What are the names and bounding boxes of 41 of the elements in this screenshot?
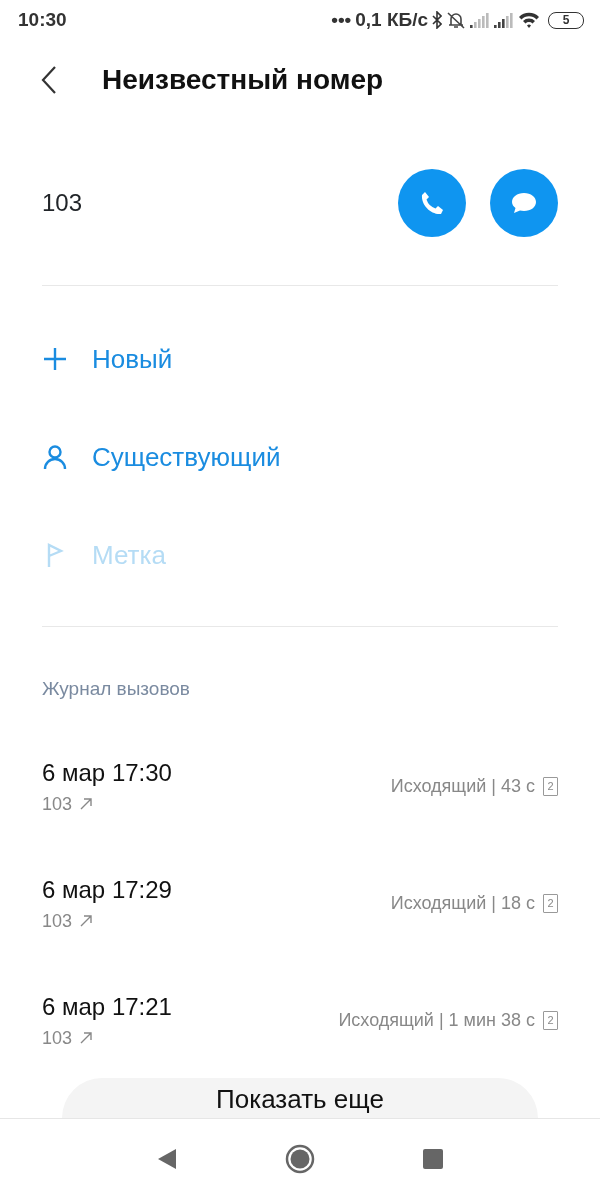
call-info: Исходящий | 1 мин 38 с (338, 1008, 535, 1032)
action-link[interactable]: Новый (92, 339, 173, 379)
signal-icon (470, 12, 490, 28)
call-info: Исходящий | 18 с (390, 891, 535, 915)
back-triangle-icon (157, 1147, 177, 1170)
person-icon (42, 444, 68, 470)
battery: 5 (548, 11, 584, 29)
outgoing-arrow-icon (80, 798, 93, 810)
section-title: Журнал вызовов (42, 677, 191, 701)
sim-badge: 2 (543, 1010, 558, 1030)
home-button[interactable] (285, 1143, 315, 1174)
phone-number: 103 (42, 187, 83, 218)
back-icon (40, 65, 58, 95)
wifi-icon (518, 11, 540, 29)
phone-number: 103 (42, 1026, 73, 1050)
outgoing-arrow-icon (80, 1032, 93, 1044)
clock: 10:30 (18, 7, 67, 32)
phone-number: 103 (42, 792, 73, 816)
back-nav-button[interactable] (157, 1147, 177, 1170)
bluetooth-icon (432, 11, 442, 29)
recents-button[interactable] (423, 1148, 443, 1169)
square-icon (423, 1148, 443, 1169)
sim-badge: 2 (543, 776, 558, 796)
action-link: Метка (92, 538, 166, 572)
more-dots: ••• (331, 7, 352, 32)
network-speed: 0,1 КБ/с (355, 7, 428, 32)
call-time: 6 мар 17:30 (42, 757, 172, 788)
call-info: Исходящий | 43 с (390, 774, 535, 798)
outgoing-arrow-icon (80, 915, 93, 927)
sim-badge: 2 (543, 893, 558, 913)
signal-icon (494, 12, 514, 28)
phone-number: 103 (42, 909, 73, 933)
action-link[interactable]: Существующий (92, 437, 281, 477)
page-title: Неизвестный номер (102, 63, 384, 97)
back-button[interactable] (40, 65, 58, 95)
call-time: 6 мар 17:21 (42, 991, 172, 1022)
show-more-button[interactable]: Показать еще (62, 1078, 538, 1118)
home-circle-icon (285, 1143, 315, 1174)
muted-bell-icon (446, 11, 466, 29)
plus-icon (42, 346, 68, 372)
call-time: 6 мар 17:29 (42, 874, 172, 905)
